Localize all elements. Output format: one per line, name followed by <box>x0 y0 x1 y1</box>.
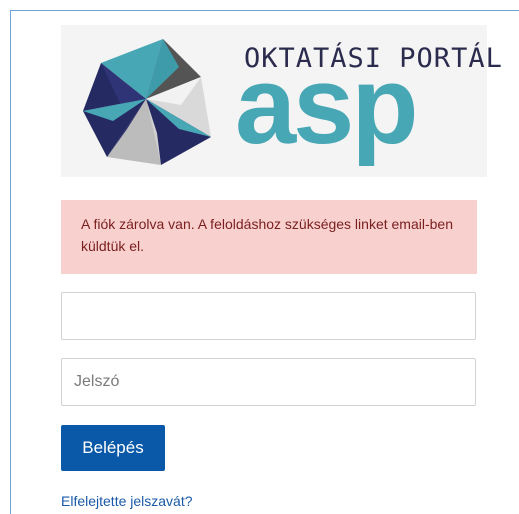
username-input[interactable] <box>61 292 476 340</box>
login-panel: OKTATÁSI PORTÁL asp A fiók zárolva van. … <box>10 10 519 514</box>
portal-logo: OKTATÁSI PORTÁL asp <box>61 25 502 177</box>
portal-brand: asp <box>235 44 419 167</box>
login-button[interactable]: Belépés <box>61 425 165 471</box>
account-locked-alert: A fiók zárolva van. A feloldáshoz szüksé… <box>61 200 477 274</box>
hexagon-logo-icon <box>83 39 211 165</box>
password-input[interactable] <box>61 358 476 406</box>
forgot-password-link[interactable]: Elfelejtette jelszavát? <box>61 493 193 509</box>
